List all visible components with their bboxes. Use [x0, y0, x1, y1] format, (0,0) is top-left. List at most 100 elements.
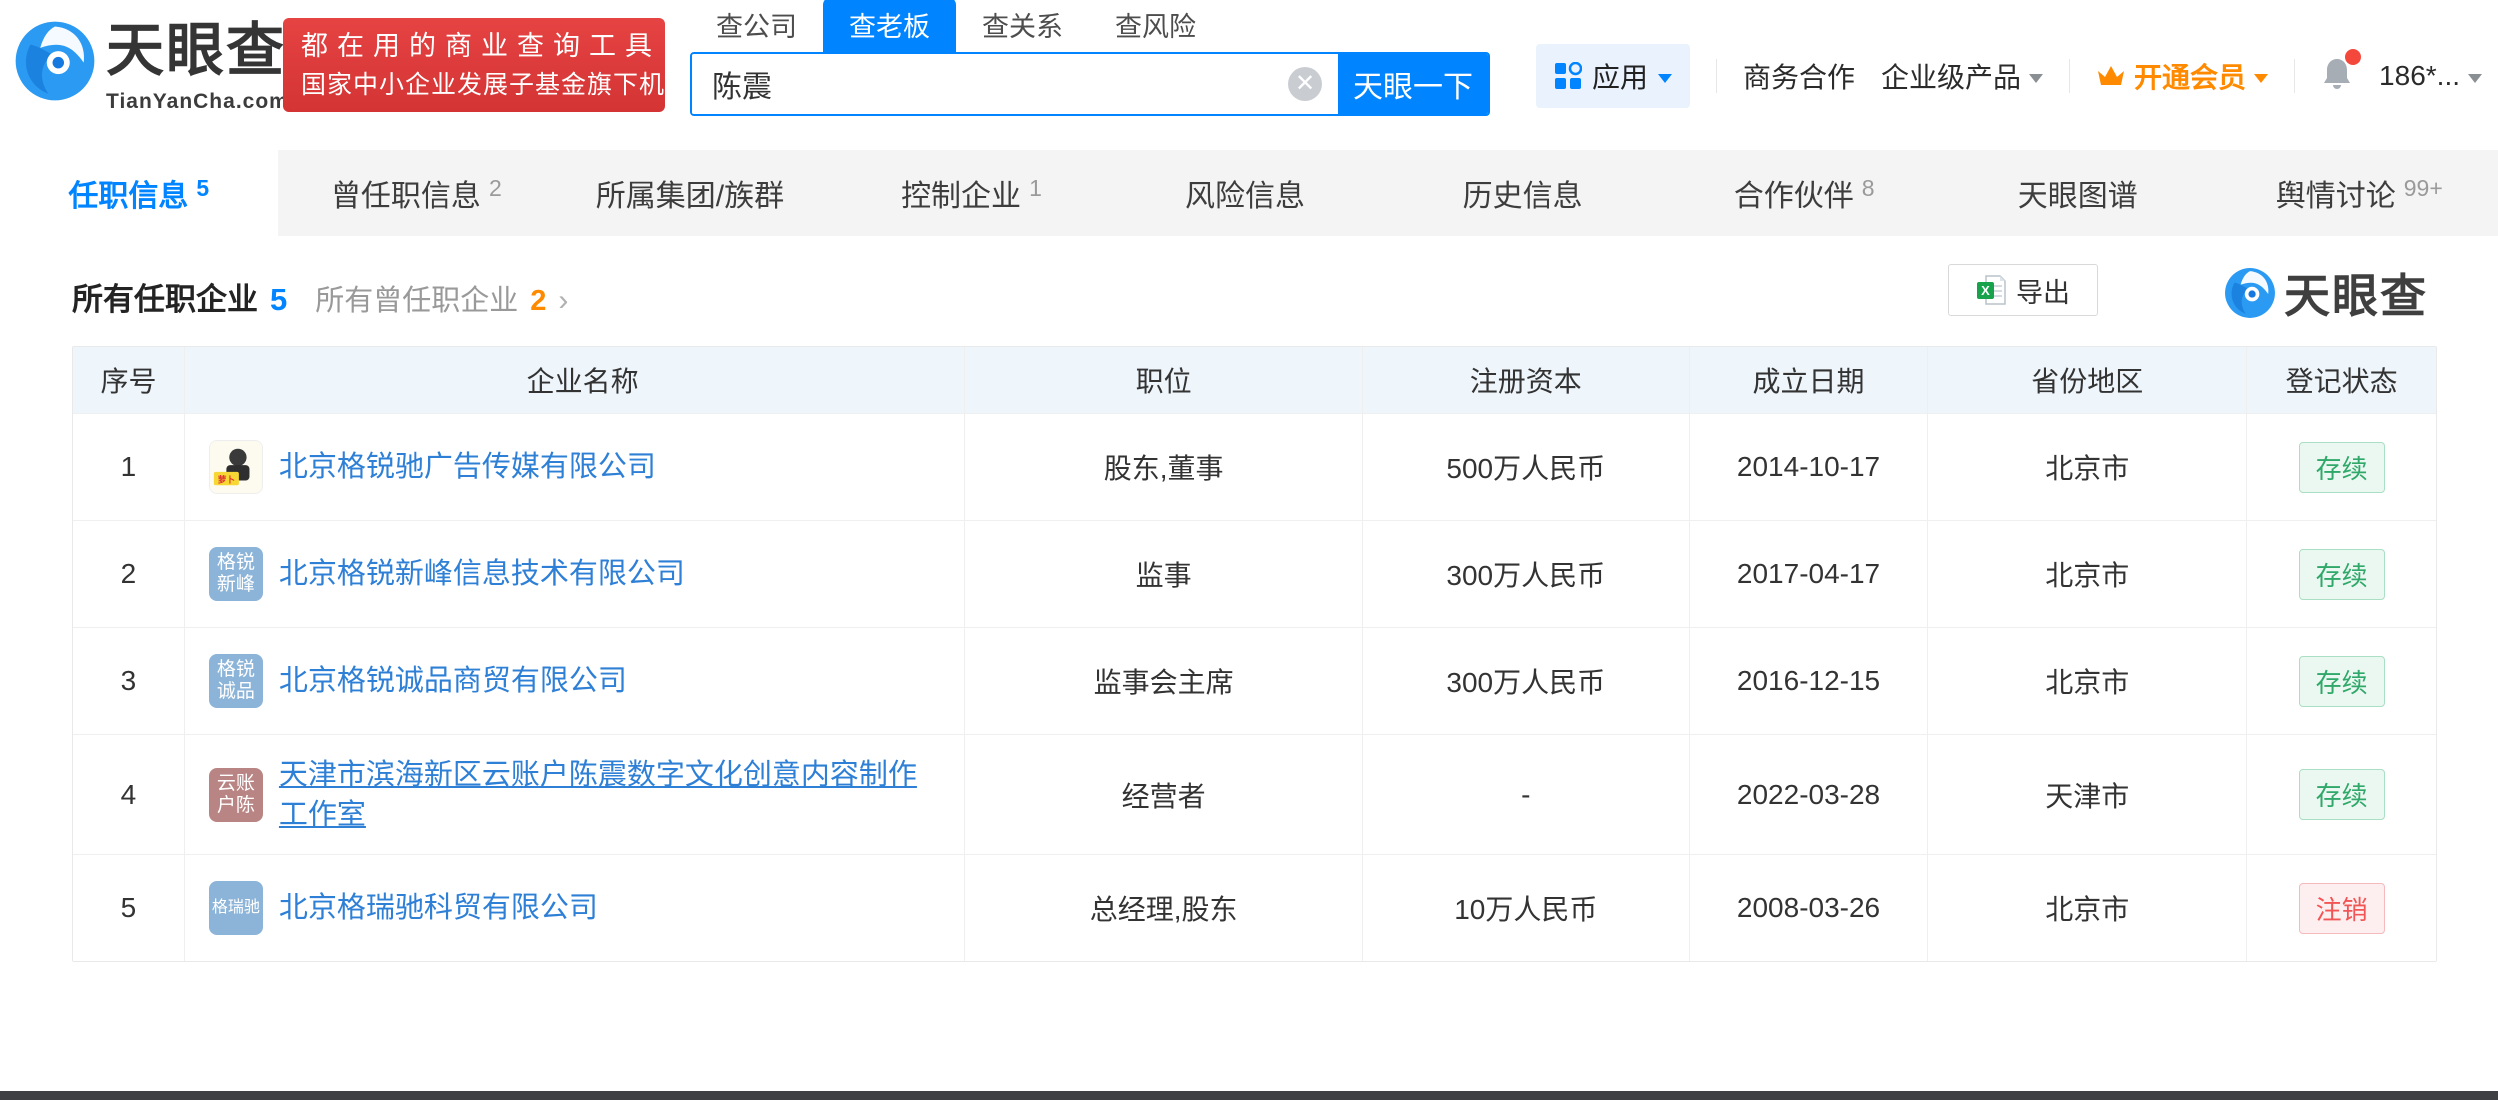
section-title-count: 5 — [270, 282, 287, 318]
date-cell: 2016-12-15 — [1689, 628, 1928, 734]
tab-former-positions[interactable]: 曾任职信息 2 — [278, 150, 556, 236]
promo-line2: 国家中小企业发展子基金旗下机构 — [301, 66, 647, 104]
company-link[interactable]: 北京格锐诚品商贸有限公司 — [279, 661, 627, 701]
status-badge: 注销 — [2299, 883, 2385, 934]
tianyancha-logo-icon — [14, 20, 96, 102]
col-header-date: 成立日期 — [1689, 347, 1928, 413]
tab-label: 控制企业 — [901, 171, 1021, 215]
nav-account[interactable]: 186*... — [2379, 60, 2482, 92]
brand-subtitle: TianYanCha.com — [106, 90, 289, 114]
tab-controlled-companies[interactable]: 控制企业 1 — [833, 150, 1111, 236]
row-index: 2 — [73, 521, 184, 627]
svg-text:X: X — [1981, 283, 1990, 298]
table-row: 1 萝卜 北京格锐驰广告传媒有限公司 股东,董事 500万人民币 2014-10… — [73, 413, 2436, 520]
chevron-down-icon — [2468, 74, 2482, 83]
position-cell: 股东,董事 — [964, 414, 1362, 520]
search-tabs: 查公司 查老板 查关系 查风险 — [690, 6, 1490, 52]
search-tab-company[interactable]: 查公司 — [690, 0, 823, 52]
tab-partners[interactable]: 合作伙伴 8 — [1665, 150, 1943, 236]
tab-risk-info[interactable]: 风险信息 — [1110, 150, 1388, 236]
company-link[interactable]: 北京格锐新峰信息技术有限公司 — [279, 554, 685, 594]
status-badge: 存续 — [2299, 656, 2385, 707]
region-cell: 天津市 — [1927, 735, 2246, 854]
promo-banner: 都在用的商业查询工具 国家中小企业发展子基金旗下机构 — [283, 18, 665, 112]
position-cell: 经营者 — [964, 735, 1362, 854]
tab-graph[interactable]: 天眼图谱 — [1943, 150, 2221, 236]
divider — [2069, 59, 2070, 93]
main-content: 所有任职企业 5 所有曾任职企业 2 › X 导出 — [0, 236, 2498, 962]
notifications-bell[interactable] — [2321, 57, 2353, 96]
section-header: 所有任职企业 5 所有曾任职企业 2 › X 导出 — [0, 236, 2498, 346]
region-cell: 北京市 — [1927, 521, 2246, 627]
status-badge: 存续 — [2299, 442, 2385, 493]
col-header-status: 登记状态 — [2246, 347, 2436, 413]
position-cell: 监事会主席 — [964, 628, 1362, 734]
table-row: 5 格瑞驰 北京格瑞驰科贸有限公司 总经理,股东 10万人民币 2008-03-… — [73, 854, 2436, 961]
logo-text: 格锐 — [217, 552, 255, 574]
former-companies-count: 2 — [530, 285, 546, 318]
nav-vip-upgrade[interactable]: 开通会员 — [2096, 56, 2268, 96]
logo-text: 格瑞驰 — [212, 897, 260, 919]
page-tab-bar: 任职信息 5 曾任职信息 2 所属集团/族群 控制企业 1 风险信息 历史信息 … — [0, 150, 2498, 236]
status-badge: 存续 — [2299, 769, 2385, 820]
company-link[interactable]: 天津市滨海新区云账户陈震数字文化创意内容制作工作室 — [279, 755, 939, 835]
nav-enterprise-products[interactable]: 企业级产品 — [1881, 56, 2043, 96]
col-header-region: 省份地区 — [1927, 347, 2246, 413]
tianyancha-watermark: 天眼查 — [2224, 260, 2428, 326]
nav-enterprise-label: 企业级产品 — [1881, 56, 2021, 96]
tab-label: 所属集团/族群 — [596, 171, 784, 215]
top-nav: 应用 商务合作 企业级产品 开通会员 186*... — [1536, 44, 2482, 108]
col-header-position: 职位 — [964, 347, 1362, 413]
position-cell: 监事 — [964, 521, 1362, 627]
company-logo: 格锐 诚品 — [209, 654, 263, 708]
chevron-right-icon: › — [558, 284, 568, 318]
clear-search-icon[interactable]: ✕ — [1288, 67, 1322, 101]
former-companies-link[interactable]: 所有曾任职企业 — [315, 277, 518, 319]
search-button[interactable]: 天眼一下 — [1338, 54, 1488, 114]
export-button[interactable]: X 导出 — [1948, 264, 2098, 316]
tab-history-info[interactable]: 历史信息 — [1388, 150, 1666, 236]
apps-grid-icon — [1554, 62, 1582, 90]
tab-positions[interactable]: 任职信息 5 — [0, 150, 278, 236]
chevron-down-icon — [2029, 74, 2043, 83]
section-title: 所有任职企业 — [72, 274, 258, 319]
tab-public-opinion[interactable]: 舆情讨论 99+ — [2221, 150, 2498, 236]
tab-label: 曾任职信息 — [331, 171, 481, 215]
search-tab-relation[interactable]: 查关系 — [956, 0, 1089, 52]
company-link[interactable]: 北京格锐驰广告传媒有限公司 — [279, 447, 656, 487]
tab-group[interactable]: 所属集团/族群 — [555, 150, 833, 236]
logo-text: 户陈 — [217, 795, 255, 817]
row-index: 4 — [73, 735, 184, 854]
tianyancha-logo[interactable]: 天眼查 TianYanCha.com — [14, 14, 289, 114]
company-logo: 云账 户陈 — [209, 768, 263, 822]
notification-dot — [2345, 49, 2361, 65]
nav-business-cooperation[interactable]: 商务合作 — [1743, 56, 1855, 96]
capital-cell: 300万人民币 — [1362, 521, 1689, 627]
account-phone: 186*... — [2379, 60, 2460, 92]
status-badge: 存续 — [2299, 549, 2385, 600]
table-row: 4 云账 户陈 天津市滨海新区云账户陈震数字文化创意内容制作工作室 经营者 - … — [73, 734, 2436, 854]
date-cell: 2017-04-17 — [1689, 521, 1928, 627]
search-tab-boss[interactable]: 查老板 — [823, 0, 956, 52]
region-cell: 北京市 — [1927, 855, 2246, 961]
col-header-capital: 注册资本 — [1362, 347, 1689, 413]
capital-cell: 300万人民币 — [1362, 628, 1689, 734]
search-area: 查公司 查老板 查关系 查风险 ✕ 天眼一下 — [690, 6, 1490, 116]
capital-cell: 10万人民币 — [1362, 855, 1689, 961]
capital-cell: - — [1362, 735, 1689, 854]
region-cell: 北京市 — [1927, 628, 2246, 734]
tab-count: 5 — [196, 175, 209, 202]
logo-text: 云账 — [217, 773, 255, 795]
company-logo: 格瑞驰 — [209, 881, 263, 935]
crown-icon — [2096, 63, 2126, 89]
table-row: 3 格锐 诚品 北京格锐诚品商贸有限公司 监事会主席 300万人民币 2016-… — [73, 627, 2436, 734]
search-input[interactable] — [692, 54, 1288, 114]
row-index: 5 — [73, 855, 184, 961]
tab-label: 天眼图谱 — [2018, 171, 2138, 215]
apps-menu[interactable]: 应用 — [1536, 44, 1690, 108]
tab-label: 舆情讨论 — [2276, 171, 2396, 215]
company-link[interactable]: 北京格瑞驰科贸有限公司 — [279, 888, 598, 928]
nav-vip-label: 开通会员 — [2134, 56, 2246, 96]
search-tab-risk[interactable]: 查风险 — [1089, 0, 1222, 52]
company-logo: 格锐 新峰 — [209, 547, 263, 601]
